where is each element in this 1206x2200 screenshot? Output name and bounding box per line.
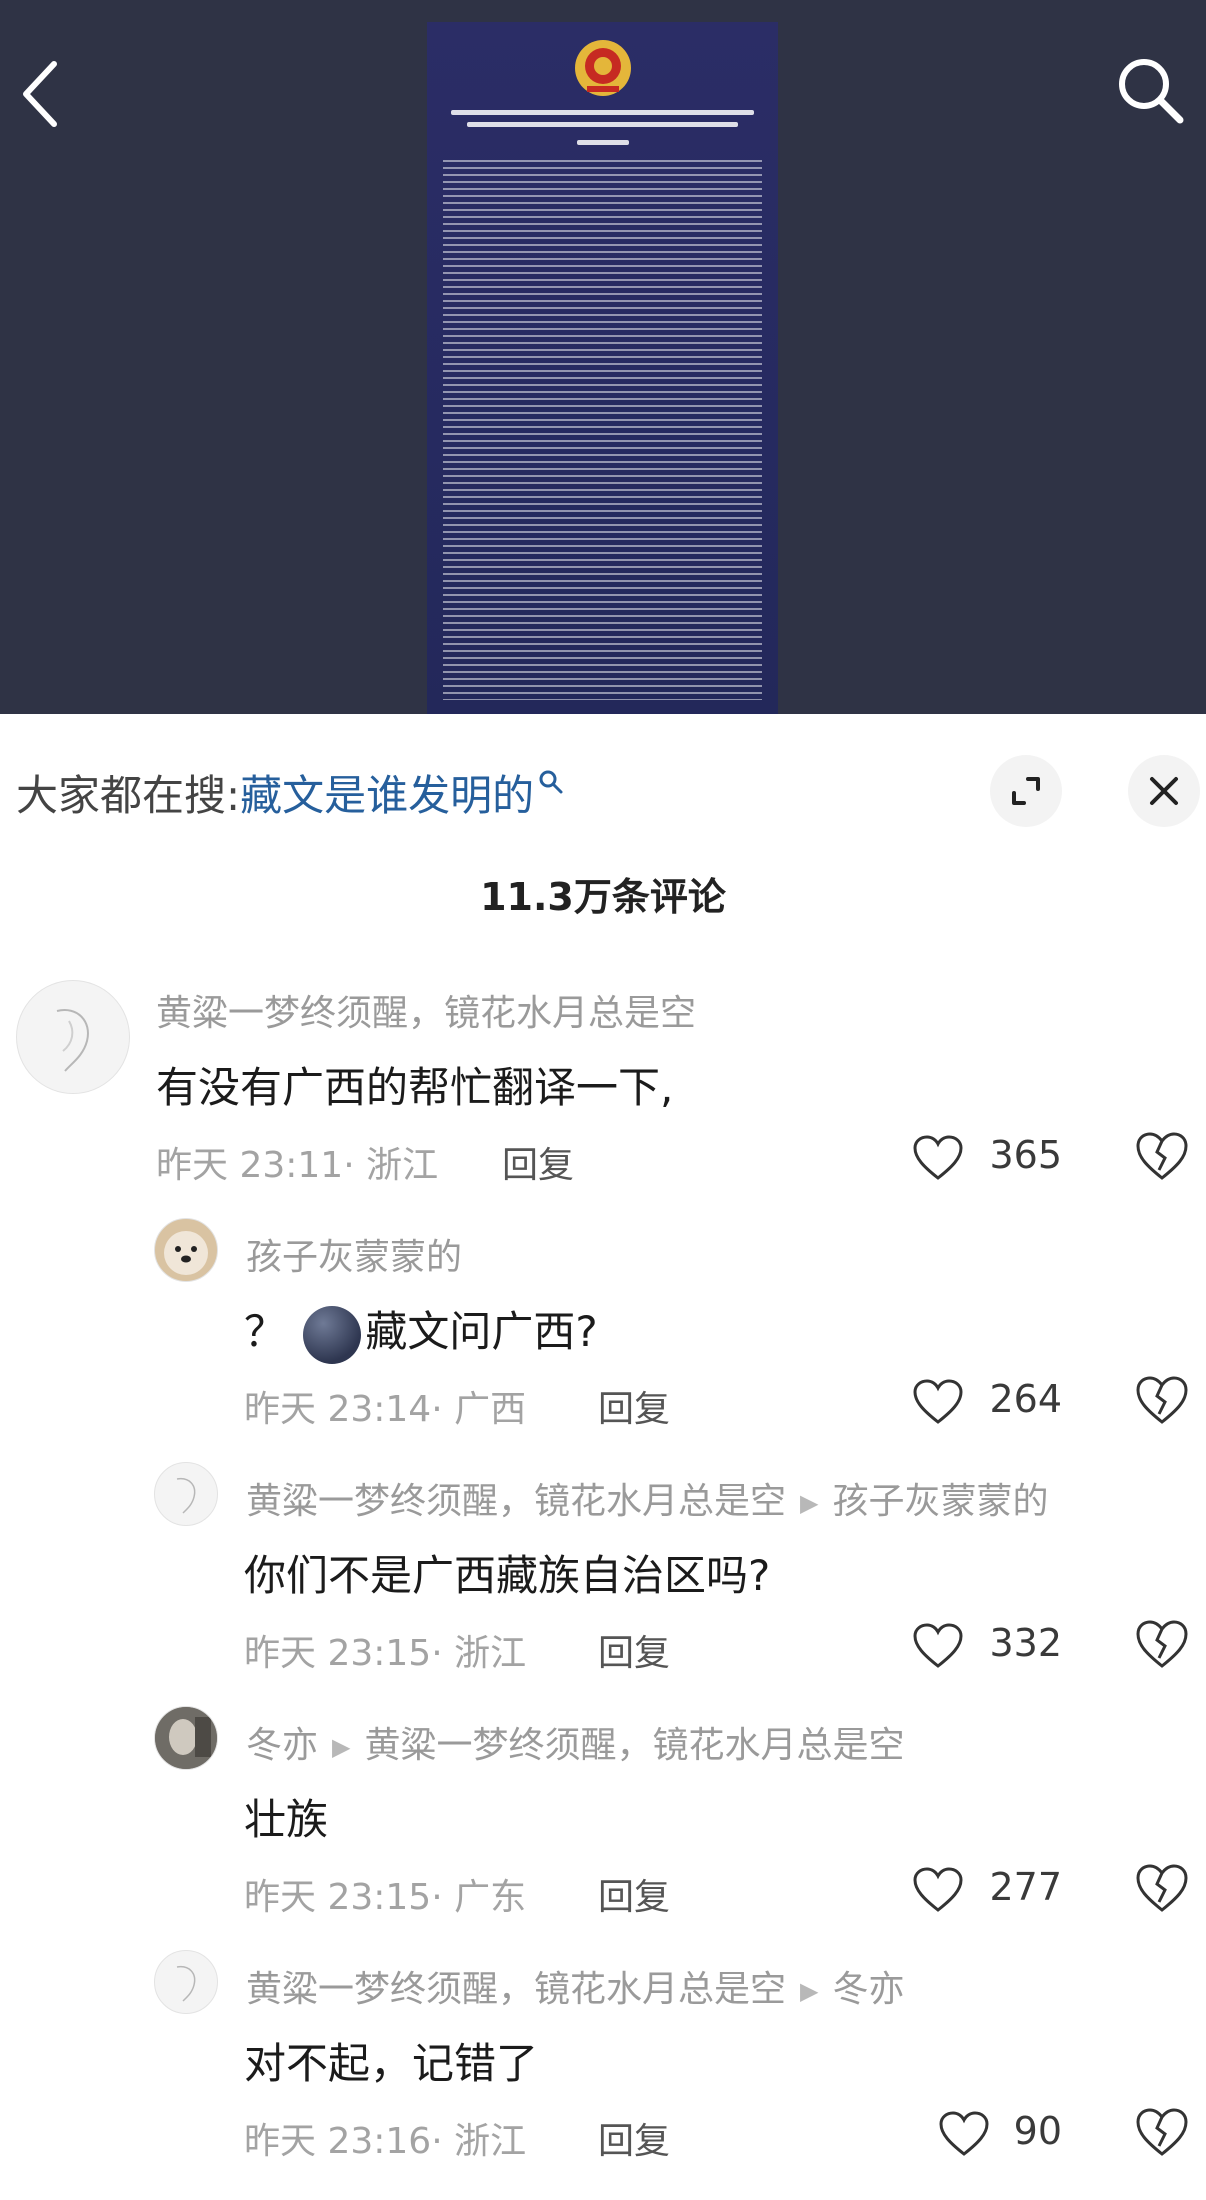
reply-arrow-icon: ▶ [800,1977,819,2005]
search-button[interactable] [1110,50,1190,130]
puppy-avatar-icon [164,1231,208,1275]
comment-text: 你们不是广西藏族自治区吗? [244,1551,771,1600]
heart-icon [913,1379,963,1424]
back-button[interactable] [8,54,88,134]
comment-meta: 昨天 23:15· 浙江 [244,1624,526,1676]
avatar[interactable] [154,1706,218,1770]
heart-icon [913,1135,963,1180]
search-icon [1119,59,1184,124]
comment-location: · 浙江 [343,1145,439,1186]
comment-location: · 浙江 [431,1633,527,1674]
comment-text-row: ？ 藏文问广西? [244,1298,598,1364]
chevron-left-icon [23,61,57,127]
comment-time: 昨天 23:15 [244,1633,432,1674]
avatar[interactable] [154,1462,218,1526]
comment-text: 有没有广西的帮忙翻译一下, [156,1063,674,1112]
reply-button[interactable]: 回复 [598,1868,670,1920]
comment-meta: 昨天 23:15· 广东 [244,1868,526,1920]
broken-heart-icon [1136,2108,1188,2156]
comment-username[interactable]: 孩子灰蒙蒙的 [246,1228,462,1280]
comment-username[interactable]: 冬亦 [246,1725,318,1766]
suggestion-prefix: 大家都在搜: [16,771,241,820]
comment-text: 壮族 [244,1795,329,1844]
document-title-line [451,110,754,115]
document-title-line [577,140,629,145]
comment-username-row: 黄粱一梦终须醒，镜花水月总是空 ▶ 冬亦 [246,1960,905,2012]
heart-icon [939,2111,989,2156]
suggestion-query-link[interactable]: 藏文是谁发明的 [240,771,534,820]
reply-to-username[interactable]: 孩子灰蒙蒙的 [832,1481,1048,1522]
like-button[interactable]: 332 [882,1616,1062,1676]
like-count: 365 [989,1133,1062,1177]
heart-icon [913,1623,963,1668]
dark-moon-emoji-icon [303,1305,362,1364]
reply-to-username[interactable]: 冬亦 [832,1969,904,2010]
like-count: 277 [989,1865,1062,1909]
dislike-button[interactable] [1134,2106,1190,2162]
comment-username-row: 冬亦 ▶ 黄粱一梦终须醒，镜花水月总是空 [246,1716,905,1768]
sketch-avatar-icon [56,1009,89,1072]
comment-meta: 昨天 23:11· 浙江 [156,1136,438,1188]
comment-username[interactable]: 黄粱一梦终须醒，镜花水月总是空 [246,1969,786,2010]
comment-count: 11.3万条评论 [480,875,726,919]
avatar[interactable] [16,980,130,1094]
comment-text-prefix: ？ [244,1307,287,1356]
police-emblem-icon [575,40,631,96]
avatar[interactable] [154,1218,218,1282]
dislike-button[interactable] [1134,1130,1190,1186]
dislike-button[interactable] [1134,1862,1190,1918]
reply-button[interactable]: 回复 [598,1624,670,1676]
like-count: 90 [1013,2109,1062,2153]
reply-arrow-icon: ▶ [332,1733,351,1761]
like-count: 264 [989,1377,1062,1421]
like-button[interactable]: 90 [882,2104,1062,2164]
broken-heart-icon [1136,1620,1188,1668]
heart-icon [913,1867,963,1912]
dislike-button[interactable] [1134,1374,1190,1430]
comment-time: 昨天 23:11 [156,1145,344,1186]
reply-button[interactable]: 回复 [502,1136,574,1188]
comment-text: 对不起，记错了 [244,2039,539,2088]
expand-button[interactable] [990,755,1062,827]
comment-location: · 浙江 [431,2121,527,2162]
comment-location: · 广东 [431,1877,527,1918]
comment-time: 昨天 23:15 [244,1877,432,1918]
dislike-button[interactable] [1134,1618,1190,1674]
broken-heart-icon [1136,1132,1188,1180]
comment-meta: 昨天 23:14· 广西 [244,1380,526,1432]
broken-heart-icon [1136,1864,1188,1912]
document-title-line [467,122,738,127]
like-button[interactable]: 277 [882,1860,1062,1920]
comment-username[interactable]: 黄粱一梦终须醒，镜花水月总是空 [156,984,696,1036]
search-icon [539,770,563,794]
comment-location: · 广西 [431,1389,527,1430]
notice-document-image[interactable] [427,22,778,714]
comment-username-row: 黄粱一梦终须醒，镜花水月总是空 ▶ 孩子灰蒙蒙的 [246,1472,1049,1524]
comment-time: 昨天 23:14 [244,1389,432,1430]
sketch-avatar-icon [176,1965,196,2002]
close-icon [1150,777,1178,805]
comment-time: 昨天 23:16 [244,2121,432,2162]
avatar[interactable] [154,1950,218,2014]
like-count: 332 [989,1621,1062,1665]
reply-to-username[interactable]: 黄粱一梦终须醒，镜花水月总是空 [364,1725,904,1766]
post-image-area [0,0,1206,714]
expand-icon [1012,777,1040,805]
like-button[interactable]: 264 [882,1372,1062,1432]
comment-text: 藏文问广西? [365,1307,598,1356]
comment-meta: 昨天 23:16· 浙江 [244,2112,526,2164]
close-button[interactable] [1128,755,1200,827]
broken-heart-icon [1136,1376,1188,1424]
reply-button[interactable]: 回复 [598,1380,670,1432]
like-button[interactable]: 365 [882,1128,1062,1188]
sketch-avatar-icon [176,1477,196,1514]
reply-button[interactable]: 回复 [598,2112,670,2164]
reply-arrow-icon: ▶ [800,1489,819,1517]
search-suggestion[interactable]: 大家都在搜:藏文是谁发明的 [16,762,564,823]
document-text-lines [443,160,762,700]
photo-avatar-icon [155,1707,217,1769]
comment-username[interactable]: 黄粱一梦终须醒，镜花水月总是空 [246,1481,786,1522]
